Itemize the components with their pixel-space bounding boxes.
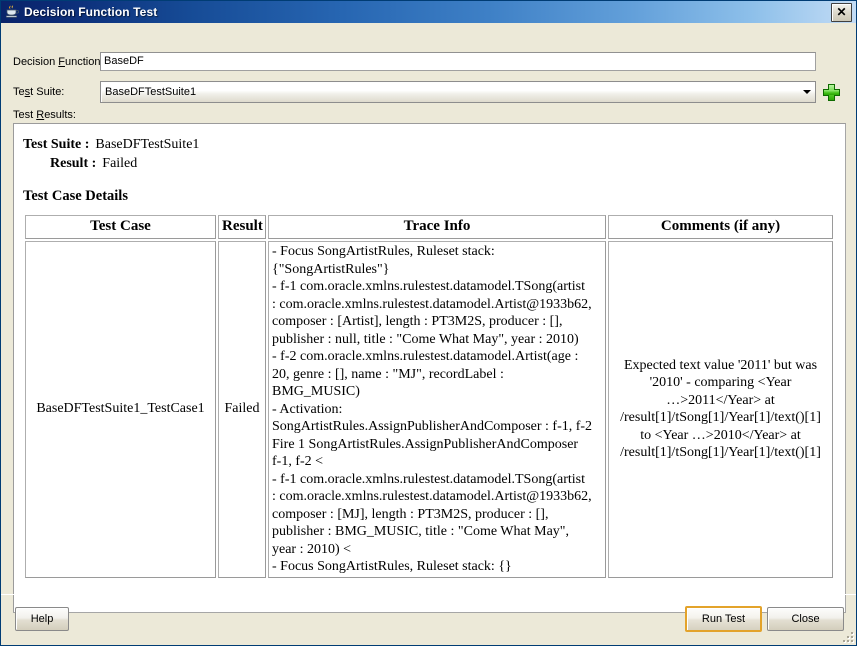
trace-line: - f-1 com.oracle.xmlns.rulestest.datamod… [272, 471, 585, 487]
comment-line: /result[1]/tSong[1]/Year[1]/text()[1] [620, 410, 821, 426]
close-button[interactable]: Close [767, 607, 844, 631]
summary-result-value: Failed [102, 156, 138, 171]
decision-function-row: Decision Function: BaseDF [13, 52, 846, 71]
cell-comments: Expected text value '2011' but was '2010'… [608, 241, 833, 578]
trace-line: 20, genre : [], name : "MJ", recordLabel… [272, 366, 504, 382]
close-icon[interactable]: ✕ [831, 2, 852, 22]
column-header-test-case: Test Case [25, 215, 216, 239]
trace-line: - f-2 com.oracle.xmlns.rulestest.datamod… [272, 349, 579, 364]
table-row: BaseDFTestSuite1_TestCase1 Failed - Focus … [25, 241, 833, 578]
test-results-content: Test Suite : BaseDFTestSuite1 Result : Fai… [14, 124, 845, 588]
button-bar-divider [1, 594, 856, 595]
decision-function-test-window: Decision Function Test ✕ Decision Functi… [0, 0, 857, 646]
summary-test-suite-value: BaseDFTestSuite1 [95, 137, 200, 152]
trace-line: - Focus SongArtistRules, Ruleset stack: … [272, 559, 512, 574]
summary-result: Result : Failed [23, 154, 836, 173]
decision-function-label: Decision Function: [13, 55, 104, 68]
resize-grip[interactable] [841, 630, 854, 643]
summary-test-suite: Test Suite : BaseDFTestSuite1 [23, 135, 836, 154]
trace-line: SongArtistRules.AssignPublisherAndCompos… [272, 419, 593, 434]
comment-line: …>2011</Year> at [666, 392, 775, 408]
summary-test-suite-key: Test Suite : [23, 137, 90, 152]
trace-line: BMG_MUSIC) [272, 384, 360, 399]
test-case-details-heading: Test Case Details [23, 188, 128, 204]
trace-line: Fire 1 SongArtistRules.AssignPublisherAn… [272, 436, 579, 452]
trace-line: f-1, f-2 < [272, 454, 324, 469]
trace-line: composer : [Artist], length : PT3M2S, pr… [272, 314, 563, 329]
test-suite-label: Test Suite: [13, 86, 65, 98]
test-suite-row: Test Suite: BaseDFTestSuite1 [13, 81, 846, 103]
trace-line: publisher : BMG_MUSIC, title : "Come Wha… [272, 524, 569, 539]
trace-line: composer : [MJ], length : PT3M2S, produc… [272, 506, 549, 522]
column-header-result: Result [218, 215, 266, 239]
cell-test-case-result: Failed [218, 241, 266, 578]
cell-test-case-name: BaseDFTestSuite1_TestCase1 [25, 241, 216, 578]
test-suite-combobox[interactable]: BaseDFTestSuite1 [100, 81, 816, 103]
test-results-pane[interactable]: Test Suite : BaseDFTestSuite1 Result : Fai… [13, 123, 846, 613]
table-header-row: Test Case Result Trace Info Comments (if… [25, 215, 833, 239]
window-titlebar[interactable]: Decision Function Test ✕ [1, 1, 856, 23]
trace-line: - Activation: [272, 401, 343, 417]
java-coffee-cup-icon [4, 4, 20, 20]
help-button[interactable]: Help [15, 607, 69, 631]
test-results-label: Test Results: [13, 109, 76, 121]
comment-line: /result[1]/tSong[1]/Year[1]/text()[1] [620, 445, 821, 461]
trace-line: year : 2010) < [272, 541, 352, 557]
table-body: BaseDFTestSuite1_TestCase1 Failed - Focus … [25, 241, 833, 578]
test-suite-selected-value: BaseDFTestSuite1 [105, 86, 197, 98]
test-results-row: Test Results: [13, 109, 76, 121]
window-title: Decision Function Test [24, 5, 158, 19]
dialog-button-bar: Help Run Test Close [1, 594, 856, 645]
summary-result-key: Result : [50, 156, 97, 171]
decision-function-field[interactable]: BaseDF [100, 52, 816, 71]
comment-line: to <Year …>2010</Year> at [640, 427, 801, 443]
trace-line: : com.oracle.xmlns.rulestest.datamodel.A… [272, 296, 592, 312]
dialog-content: Decision Function: BaseDF Test Suite: Ba… [1, 23, 856, 645]
trace-line: {"SongArtistRules"} [272, 261, 390, 277]
trace-line: : com.oracle.xmlns.rulestest.datamodel.A… [272, 489, 592, 504]
cell-trace-info: - Focus SongArtistRules, Ruleset stack: {… [268, 241, 606, 578]
chevron-down-icon[interactable] [798, 82, 815, 102]
column-header-comments: Comments (if any) [608, 215, 833, 239]
run-test-button[interactable]: Run Test [685, 606, 762, 632]
column-header-trace-info: Trace Info [268, 215, 606, 239]
trace-line: - Focus SongArtistRules, Ruleset stack: [272, 244, 495, 259]
comment-line: '2010' - comparing <Year [649, 375, 792, 391]
trace-line: - f-1 com.oracle.xmlns.rulestest.datamod… [272, 279, 585, 294]
green-plus-icon[interactable] [823, 83, 840, 101]
comment-line: Expected text value '2011' but was [623, 357, 818, 373]
test-case-table: Test Case Result Trace Info Comments (if… [23, 213, 835, 580]
trace-line: publisher : null, title : "Come What May… [272, 331, 579, 347]
